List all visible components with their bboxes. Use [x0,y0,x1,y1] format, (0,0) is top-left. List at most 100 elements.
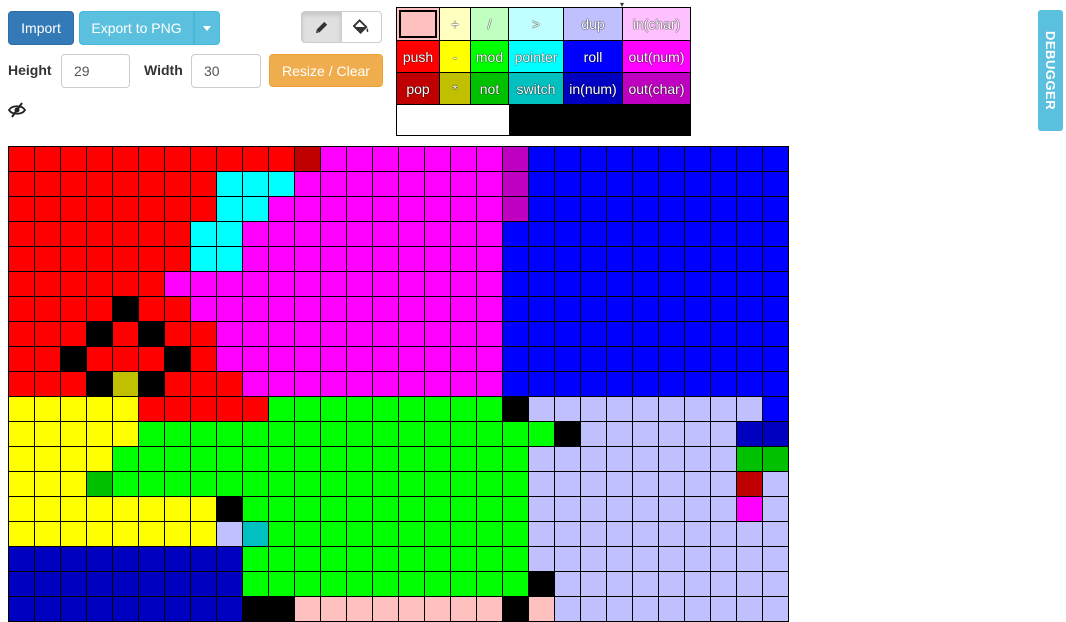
canvas-cell[interactable] [425,397,451,422]
canvas-cell[interactable] [191,572,217,597]
canvas-cell[interactable] [659,222,685,247]
canvas-cell[interactable] [321,297,347,322]
canvas-cell[interactable] [295,272,321,297]
canvas-cell[interactable] [113,422,139,447]
canvas-cell[interactable] [113,572,139,597]
canvas-cell[interactable] [295,397,321,422]
canvas-cell[interactable] [113,272,139,297]
canvas-cell[interactable] [555,497,581,522]
canvas-cell[interactable] [35,497,61,522]
canvas-cell[interactable] [425,197,451,222]
canvas-cell[interactable] [9,372,35,397]
canvas-cell[interactable] [347,522,373,547]
canvas-cell[interactable] [87,197,113,222]
canvas-cell[interactable] [763,447,789,472]
canvas-cell[interactable] [191,297,217,322]
canvas-cell[interactable] [243,497,269,522]
canvas-cell[interactable] [737,372,763,397]
canvas-cell[interactable] [451,472,477,497]
canvas-cell[interactable] [477,447,503,472]
canvas-cell[interactable] [425,272,451,297]
canvas-cell[interactable] [477,147,503,172]
canvas-cell[interactable] [737,297,763,322]
canvas-cell[interactable] [139,297,165,322]
canvas-cell[interactable] [165,572,191,597]
canvas-cell[interactable] [555,147,581,172]
canvas-cell[interactable] [217,272,243,297]
canvas-cell[interactable] [581,397,607,422]
canvas-cell[interactable] [61,347,87,372]
canvas-cell[interactable] [373,172,399,197]
canvas-cell[interactable] [347,472,373,497]
canvas-cell[interactable] [659,372,685,397]
canvas-cell[interactable] [633,497,659,522]
canvas-cell[interactable] [139,247,165,272]
canvas-cell[interactable] [763,147,789,172]
canvas-cell[interactable] [451,297,477,322]
canvas-cell[interactable] [139,522,165,547]
canvas-cell[interactable] [373,322,399,347]
canvas-cell[interactable] [139,272,165,297]
palette-color-0-1[interactable]: + [439,7,471,41]
canvas-cell[interactable] [425,222,451,247]
palette-color-2-1[interactable]: * [439,72,471,105]
canvas-cell[interactable] [659,397,685,422]
canvas-cell[interactable] [165,447,191,472]
canvas-cell[interactable] [165,222,191,247]
canvas-cell[interactable] [711,572,737,597]
canvas-cell[interactable] [529,147,555,172]
canvas-cell[interactable] [399,247,425,272]
canvas-cell[interactable] [685,247,711,272]
canvas-cell[interactable] [191,497,217,522]
canvas-cell[interactable] [477,322,503,347]
canvas-cell[interactable] [763,197,789,222]
canvas-cell[interactable] [659,322,685,347]
canvas-cell[interactable] [633,272,659,297]
canvas-cell[interactable] [477,272,503,297]
canvas-cell[interactable] [399,322,425,347]
canvas-cell[interactable] [373,422,399,447]
canvas-cell[interactable] [685,172,711,197]
canvas-cell[interactable] [685,372,711,397]
canvas-cell[interactable] [711,547,737,572]
canvas-cell[interactable] [451,247,477,272]
canvas-cell[interactable] [555,247,581,272]
canvas-cell[interactable] [451,372,477,397]
canvas-cell[interactable] [633,247,659,272]
canvas-cell[interactable] [243,447,269,472]
canvas-cell[interactable] [321,197,347,222]
canvas-cell[interactable] [477,522,503,547]
canvas-cell[interactable] [425,322,451,347]
canvas-cell[interactable] [295,497,321,522]
canvas-cell[interactable] [451,147,477,172]
canvas-cell[interactable] [269,372,295,397]
canvas-cell[interactable] [113,172,139,197]
canvas-cell[interactable] [685,147,711,172]
canvas-cell[interactable] [373,372,399,397]
canvas-cell[interactable] [87,347,113,372]
canvas-cell[interactable] [139,472,165,497]
canvas-cell[interactable] [451,397,477,422]
canvas-cell[interactable] [295,347,321,372]
canvas-cell[interactable] [269,147,295,172]
canvas-cell[interactable] [321,347,347,372]
palette-color-0-2[interactable]: / [470,7,509,41]
canvas-cell[interactable] [477,347,503,372]
canvas-cell[interactable] [555,197,581,222]
canvas-cell[interactable] [139,222,165,247]
canvas-cell[interactable] [607,572,633,597]
canvas-cell[interactable] [763,247,789,272]
canvas-cell[interactable] [9,572,35,597]
canvas-cell[interactable] [633,547,659,572]
canvas-cell[interactable] [295,297,321,322]
canvas-cell[interactable] [503,347,529,372]
canvas-cell[interactable] [87,222,113,247]
canvas-cell[interactable] [555,272,581,297]
canvas-cell[interactable] [347,322,373,347]
canvas-cell[interactable] [581,147,607,172]
canvas-cell[interactable] [139,372,165,397]
canvas-cell[interactable] [217,547,243,572]
canvas-cell[interactable] [191,372,217,397]
canvas-cell[interactable] [607,172,633,197]
canvas-cell[interactable] [217,372,243,397]
